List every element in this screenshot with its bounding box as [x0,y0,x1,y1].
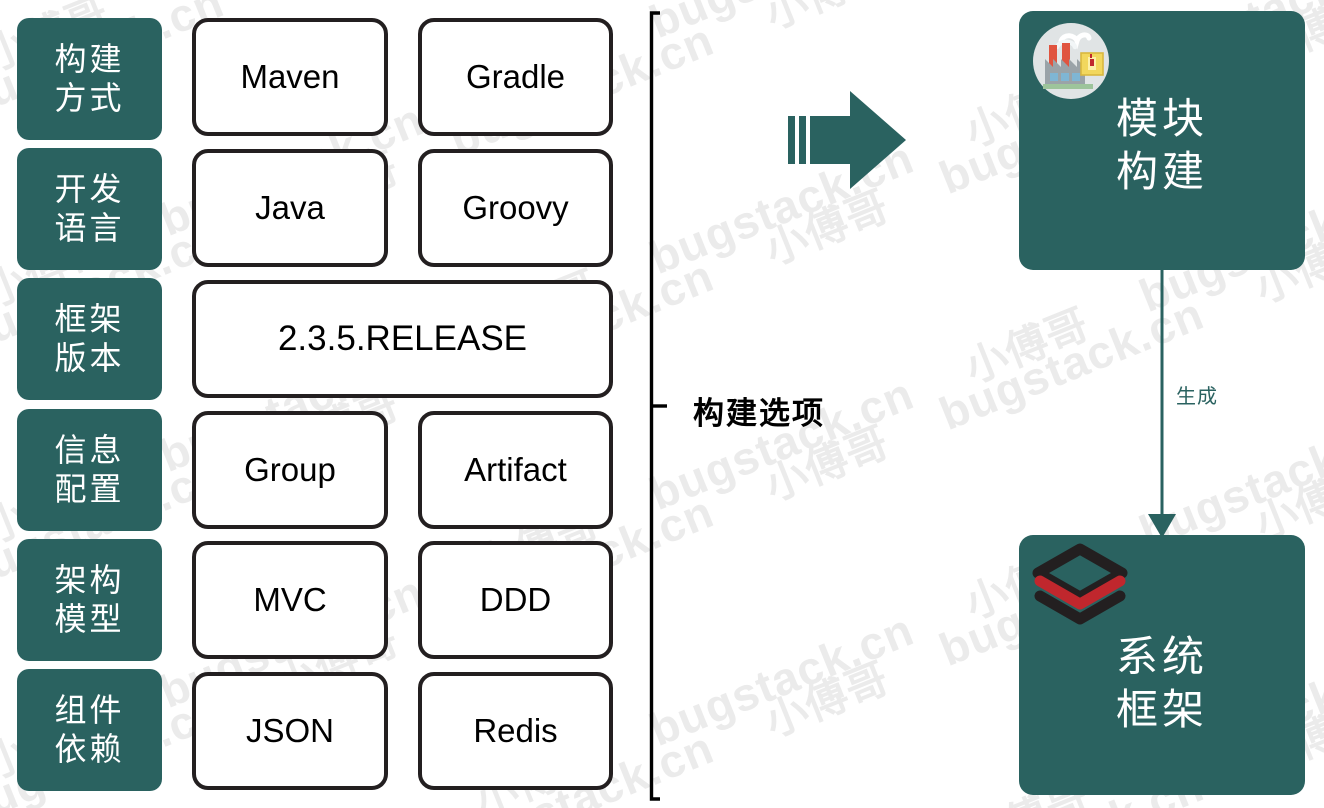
category-build-method[interactable]: 构建 方式 [17,18,162,140]
category-info-config[interactable]: 信息 配置 [17,409,162,531]
connector-label-generate: 生成 [1176,386,1218,408]
diagram-canvas: bugstack.cn小傅哥bugstack.cn小傅哥bugstack.cn小… [0,0,1324,808]
category-label-line1: 架构 [54,561,125,598]
node-title-line1: 模块 [1115,95,1208,142]
node-title-line2: 框架 [1115,685,1208,733]
option-group[interactable]: Group [192,411,388,529]
node-system-framework[interactable]: 系统 框架 [1019,535,1305,795]
watermark-text: 小傅哥 [958,299,1096,392]
category-dev-language[interactable]: 开发 语言 [17,148,162,270]
factory-icon [1033,23,1109,99]
option-groovy[interactable]: Groovy [418,149,613,267]
bracket-label: 构建选项 [693,396,825,431]
category-label-line1: 信息 [54,431,125,468]
node-title-line2: 构建 [1115,147,1208,195]
node-title-system-framework: 系统 框架 [1019,631,1305,736]
category-label-line2: 版本 [54,340,125,376]
watermark-text: bugstack.cn [642,602,921,756]
category-label-line1: 框架 [54,300,125,337]
category-label-line2: 语言 [54,210,125,246]
category-label-line2: 依赖 [54,731,125,767]
category-label-line2: 配置 [54,471,125,507]
category-arch-model[interactable]: 架构 模型 [17,539,162,661]
option-artifact[interactable]: Artifact [418,411,613,529]
watermark-text: bugstack.cn [152,800,431,808]
option-mvc[interactable]: MVC [192,541,388,659]
option-redis[interactable]: Redis [418,672,613,790]
category-label-line1: 组件 [54,691,125,728]
option-json[interactable]: JSON [192,672,388,790]
category-label-line1: 开发 [54,170,125,207]
option-gradle[interactable]: Gradle [418,18,613,136]
option-maven[interactable]: Maven [192,18,388,136]
striped-right-arrow-icon [788,91,906,189]
node-title-line1: 系统 [1115,633,1208,680]
option-ddd[interactable]: DDD [418,541,613,659]
layers-icon [1032,543,1128,625]
category-label-line1: 构建 [54,40,125,77]
build-options-bracket [649,11,667,801]
node-module-build[interactable]: 模块 构建 [1019,11,1305,270]
category-label-line2: 模型 [54,601,125,637]
option-java[interactable]: Java [192,149,388,267]
watermark-text: 小傅哥 [755,0,897,41]
category-label-line2: 方式 [54,80,125,116]
watermark-text: bugstack.cn [152,0,431,11]
category-framework-version[interactable]: 框架 版本 [17,278,162,400]
watermark-text: 小傅哥 [265,0,407,3]
watermark-text: 小傅哥 [758,653,896,746]
node-title-module-build: 模块 构建 [1019,93,1305,198]
option-framework-version[interactable]: 2.3.5.RELEASE [192,280,613,398]
watermark-text: bugstack.cn [642,0,921,49]
category-component-dependency[interactable]: 组件 依赖 [17,669,162,791]
